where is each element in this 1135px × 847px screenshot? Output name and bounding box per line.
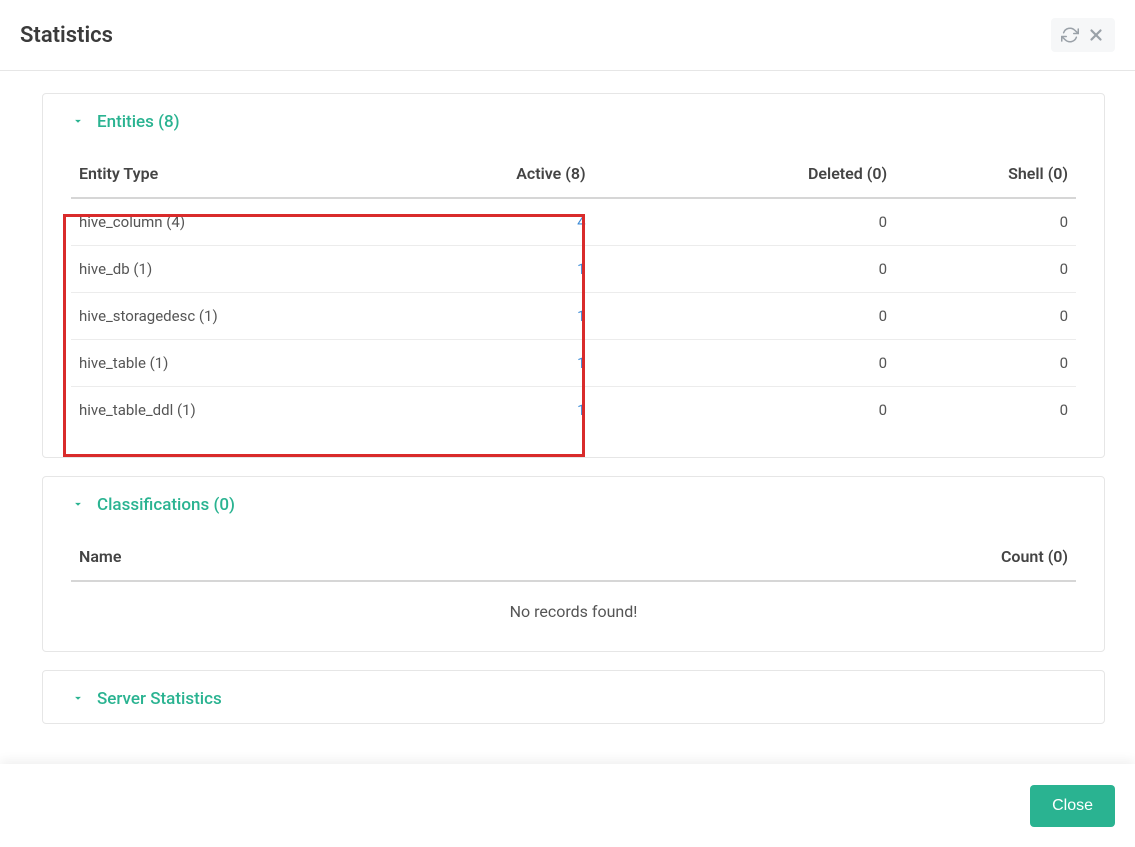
chevron-down-icon bbox=[71, 691, 87, 707]
entities-table-header-row: Entity Type Active (8) Deleted (0) Shell… bbox=[71, 146, 1076, 198]
table-row: hive_column (4) 4 0 0 bbox=[71, 198, 1076, 246]
modal-footer: Close bbox=[0, 764, 1135, 847]
server-statistics-panel-title: Server Statistics bbox=[97, 689, 222, 709]
no-records-message: No records found! bbox=[71, 582, 1076, 627]
cell-shell: 0 bbox=[895, 340, 1076, 387]
entities-panel-body: Entity Type Active (8) Deleted (0) Shell… bbox=[43, 146, 1104, 457]
entities-table: Entity Type Active (8) Deleted (0) Shell… bbox=[71, 146, 1076, 433]
cell-shell: 0 bbox=[895, 198, 1076, 246]
cell-active-link[interactable]: 4 bbox=[577, 213, 585, 231]
modal-header: Statistics bbox=[0, 0, 1135, 71]
table-row: hive_storagedesc (1) 1 0 0 bbox=[71, 293, 1076, 340]
modal-body[interactable]: Entities (8) Entity Type Active (8) Dele… bbox=[0, 71, 1135, 764]
col-active-header: Active (8) bbox=[453, 146, 594, 198]
cell-active-link[interactable]: 1 bbox=[577, 260, 585, 278]
server-statistics-panel-header[interactable]: Server Statistics bbox=[43, 671, 1104, 723]
refresh-icon[interactable] bbox=[1059, 24, 1081, 46]
cell-shell: 0 bbox=[895, 293, 1076, 340]
cell-shell: 0 bbox=[895, 387, 1076, 434]
cell-active-link[interactable]: 1 bbox=[577, 307, 585, 325]
col-entity-type-header: Entity Type bbox=[71, 146, 453, 198]
modal-title: Statistics bbox=[20, 23, 113, 48]
col-count-header: Count (0) bbox=[875, 529, 1076, 581]
entities-panel-title: Entities (8) bbox=[97, 112, 180, 132]
table-row: hive_db (1) 1 0 0 bbox=[71, 246, 1076, 293]
cell-active-link[interactable]: 1 bbox=[577, 401, 585, 419]
close-button[interactable]: Close bbox=[1030, 785, 1115, 827]
cell-deleted: 0 bbox=[594, 293, 896, 340]
cell-entity-type: hive_db (1) bbox=[71, 246, 453, 293]
table-row: hive_table (1) 1 0 0 bbox=[71, 340, 1076, 387]
entities-panel-header[interactable]: Entities (8) bbox=[43, 94, 1104, 146]
header-actions bbox=[1051, 18, 1115, 52]
col-shell-header: Shell (0) bbox=[895, 146, 1076, 198]
cell-deleted: 0 bbox=[594, 340, 896, 387]
cell-entity-type: hive_storagedesc (1) bbox=[71, 293, 453, 340]
col-deleted-header: Deleted (0) bbox=[594, 146, 896, 198]
statistics-modal: Statistics bbox=[0, 0, 1135, 847]
cell-active-link[interactable]: 1 bbox=[577, 354, 585, 372]
cell-deleted: 0 bbox=[594, 246, 896, 293]
table-row: hive_table_ddl (1) 1 0 0 bbox=[71, 387, 1076, 434]
classifications-panel-body: Name Count (0) No records found! bbox=[43, 529, 1104, 651]
classifications-panel-header[interactable]: Classifications (0) bbox=[43, 477, 1104, 529]
entities-panel: Entities (8) Entity Type Active (8) Dele… bbox=[42, 93, 1105, 458]
close-icon[interactable] bbox=[1085, 24, 1107, 46]
cell-entity-type: hive_table_ddl (1) bbox=[71, 387, 453, 434]
cell-entity-type: hive_column (4) bbox=[71, 198, 453, 246]
classifications-table-header-row: Name Count (0) bbox=[71, 529, 1076, 581]
cell-shell: 0 bbox=[895, 246, 1076, 293]
classifications-table: Name Count (0) bbox=[71, 529, 1076, 582]
col-name-header: Name bbox=[71, 529, 875, 581]
server-statistics-panel: Server Statistics bbox=[42, 670, 1105, 724]
chevron-down-icon bbox=[71, 497, 87, 513]
chevron-down-icon bbox=[71, 114, 87, 130]
cell-deleted: 0 bbox=[594, 198, 896, 246]
classifications-panel-title: Classifications (0) bbox=[97, 495, 235, 515]
cell-deleted: 0 bbox=[594, 387, 896, 434]
cell-entity-type: hive_table (1) bbox=[71, 340, 453, 387]
classifications-panel: Classifications (0) Name Count (0) No re… bbox=[42, 476, 1105, 652]
